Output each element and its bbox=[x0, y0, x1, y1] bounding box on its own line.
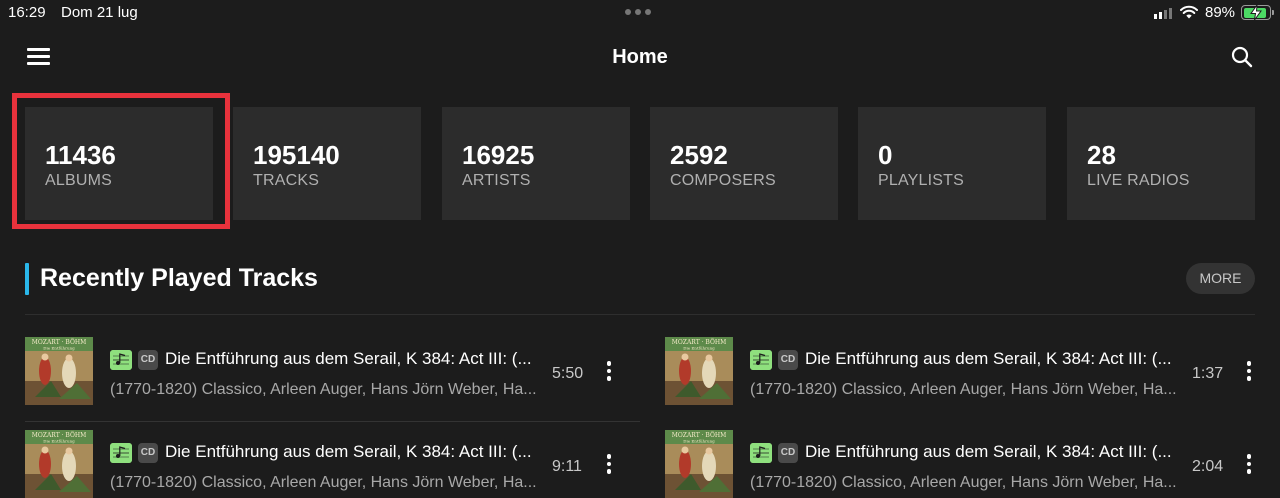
track-row[interactable]: CD Die Entführung aus dem Serail, K 384:… bbox=[25, 430, 640, 498]
section-divider bbox=[25, 314, 1255, 315]
hires-audio-icon bbox=[750, 443, 772, 463]
row-divider bbox=[25, 421, 640, 422]
track-row[interactable]: CD Die Entführung aus dem Serail, K 384:… bbox=[665, 430, 1280, 498]
hires-audio-icon bbox=[110, 350, 132, 370]
section-accent-bar bbox=[25, 263, 29, 295]
stat-value: 16925 bbox=[462, 140, 535, 170]
track-title: Die Entführung aus dem Serail, K 384: Ac… bbox=[805, 442, 1172, 461]
charging-bolt-icon bbox=[1250, 5, 1262, 20]
status-bar: 16:29 Dom 21 lug 89% bbox=[0, 0, 1280, 26]
stat-value: 195140 bbox=[253, 140, 340, 170]
more-button[interactable]: MORE bbox=[1186, 263, 1255, 294]
track-subtitle: (1770-1820) Classico, Arleen Auger, Hans… bbox=[110, 474, 537, 491]
track-duration: 2:04 bbox=[1192, 458, 1224, 475]
more-options-icon[interactable] bbox=[1243, 454, 1255, 478]
stat-card-artists[interactable]: 16925 ARTISTS bbox=[442, 107, 630, 220]
stat-label: TRACKS bbox=[253, 172, 320, 189]
album-art-thumbnail bbox=[25, 430, 93, 498]
stat-label: ARTISTS bbox=[462, 172, 531, 189]
hires-audio-icon bbox=[750, 350, 772, 370]
stat-value: 11436 bbox=[45, 140, 116, 170]
battery-percent: 89% bbox=[1205, 4, 1236, 21]
track-subtitle: (1770-1820) Classico, Arleen Auger, Hans… bbox=[750, 474, 1177, 491]
track-row[interactable]: CD Die Entführung aus dem Serail, K 384:… bbox=[665, 337, 1280, 421]
track-duration: 1:37 bbox=[1192, 365, 1224, 382]
track-title: Die Entführung aus dem Serail, K 384: Ac… bbox=[805, 349, 1172, 368]
stat-label: PLAYLISTS bbox=[878, 172, 964, 189]
cd-badge: CD bbox=[138, 350, 158, 370]
hires-audio-icon bbox=[110, 443, 132, 463]
stat-card-live-radios[interactable]: 28 LIVE RADIOS bbox=[1067, 107, 1255, 220]
track-duration: 5:50 bbox=[552, 365, 584, 382]
track-subtitle: (1770-1820) Classico, Arleen Auger, Hans… bbox=[750, 381, 1177, 398]
album-art-thumbnail bbox=[25, 337, 93, 405]
track-title: Die Entführung aus dem Serail, K 384: Ac… bbox=[165, 349, 532, 368]
search-icon[interactable] bbox=[1230, 45, 1254, 69]
multitasking-dots-icon[interactable] bbox=[625, 9, 651, 15]
status-time: 16:29 bbox=[8, 4, 46, 21]
album-art-thumbnail bbox=[665, 430, 733, 498]
stat-label: LIVE RADIOS bbox=[1087, 172, 1190, 189]
more-options-icon[interactable] bbox=[603, 361, 615, 385]
stat-label: ALBUMS bbox=[45, 172, 112, 189]
track-subtitle: (1770-1820) Classico, Arleen Auger, Hans… bbox=[110, 381, 537, 398]
stat-card-playlists[interactable]: 0 PLAYLISTS bbox=[858, 107, 1046, 220]
track-duration: 9:11 bbox=[552, 458, 582, 475]
wifi-icon bbox=[1180, 5, 1198, 19]
stat-value: 2592 bbox=[670, 140, 728, 170]
album-art-thumbnail bbox=[665, 337, 733, 405]
stat-card-composers[interactable]: 2592 COMPOSERS bbox=[650, 107, 838, 220]
track-row[interactable]: CD Die Entführung aus dem Serail, K 384:… bbox=[25, 337, 640, 422]
page-title: Home bbox=[612, 46, 668, 68]
stat-label: COMPOSERS bbox=[670, 172, 776, 189]
stat-value: 0 bbox=[878, 140, 893, 170]
stat-value: 28 bbox=[1087, 140, 1116, 170]
track-title: Die Entführung aus dem Serail, K 384: Ac… bbox=[165, 442, 532, 461]
stat-card-tracks[interactable]: 195140 TRACKS bbox=[233, 107, 421, 220]
more-options-icon[interactable] bbox=[603, 454, 615, 478]
signal-icon bbox=[1154, 7, 1172, 19]
cd-badge: CD bbox=[778, 443, 798, 463]
cd-badge: CD bbox=[138, 443, 158, 463]
battery-tip bbox=[1272, 10, 1274, 15]
cd-badge: CD bbox=[778, 350, 798, 370]
more-options-icon[interactable] bbox=[1243, 361, 1255, 385]
section-title: Recently Played Tracks bbox=[40, 264, 318, 292]
stat-card-albums[interactable]: 11436 ALBUMS bbox=[25, 107, 213, 220]
status-date: Dom 21 lug bbox=[61, 4, 138, 21]
